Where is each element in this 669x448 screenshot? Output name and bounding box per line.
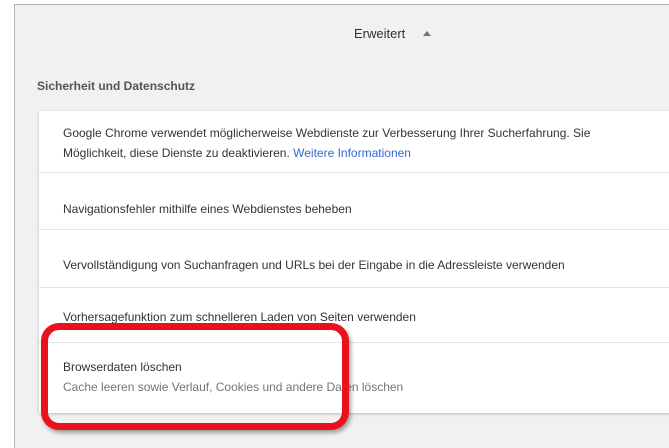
- setting-navigation-errors-label: Navigationsfehler mithilfe eines Webdien…: [63, 202, 352, 216]
- web-services-info-line1: Google Chrome verwendet möglicherweise W…: [63, 126, 591, 140]
- web-services-info-text: Möglichkeit, diese Dienste zu deaktivier…: [63, 146, 290, 160]
- setting-search-autocomplete-label: Vervollständigung von Suchanfragen und U…: [63, 258, 565, 272]
- advanced-label: Erweitert: [354, 25, 406, 41]
- web-services-info-line2: Möglichkeit, diese Dienste zu deaktivier…: [63, 145, 411, 161]
- setting-prefetch-label: Vorhersagefunktion zum schnelleren Laden…: [63, 310, 416, 324]
- setting-prefetch[interactable]: Vorhersagefunktion zum schnelleren Laden…: [39, 288, 669, 343]
- caret-up-icon: [423, 30, 432, 36]
- setting-search-autocomplete[interactable]: Vervollständigung von Suchanfragen und U…: [39, 230, 669, 288]
- web-services-info-row: Google Chrome verwendet möglicherweise W…: [39, 111, 669, 173]
- learn-more-link[interactable]: Weitere Informationen: [293, 146, 411, 160]
- clear-browsing-data-label: Browserdaten löschen: [63, 360, 182, 374]
- setting-navigation-errors[interactable]: Navigationsfehler mithilfe eines Webdien…: [39, 173, 669, 230]
- section-title: Sicherheit und Datenschutz: [37, 79, 196, 93]
- privacy-settings-card: Google Chrome verwendet möglicherweise W…: [39, 111, 669, 413]
- clear-browsing-data-description: Cache leeren sowie Verlauf, Cookies und …: [63, 380, 404, 394]
- advanced-toggle[interactable]: Erweitert: [354, 23, 432, 43]
- clear-browsing-data-item[interactable]: Browserdaten löschen Cache leeren sowie …: [39, 343, 669, 413]
- settings-page: Erweitert Sicherheit und Datenschutz Goo…: [14, 4, 669, 448]
